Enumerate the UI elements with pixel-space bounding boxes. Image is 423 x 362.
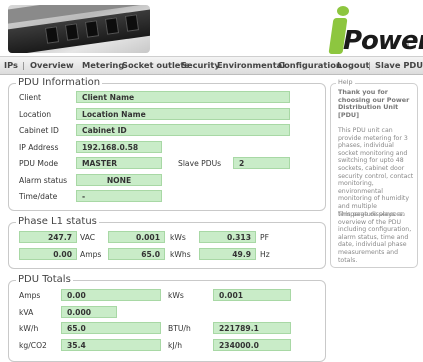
ip-address-value: 192.168.0.58 xyxy=(76,141,162,153)
help-legend: Help xyxy=(336,78,355,87)
totals-kva-value: 0.000 xyxy=(61,306,117,318)
location-value: Location Name xyxy=(76,108,290,120)
ip-address-label: IP Address xyxy=(19,143,59,152)
totals-kwh-label: kW/h xyxy=(19,324,39,333)
header-banner: Power ® xyxy=(0,0,423,56)
help-title: Thank you for choosing our Power Distrib… xyxy=(338,88,410,119)
totals-kj-value: 234000.0 xyxy=(213,339,291,351)
pdu-mode-value: MASTER xyxy=(76,157,162,169)
phase-pf-unit: PF xyxy=(260,233,269,242)
totals-btu-label: BTU/h xyxy=(168,324,191,333)
phase-kws-unit: kWs xyxy=(170,233,186,242)
phase-hz-value: 49.9 xyxy=(199,248,256,260)
nav-socket-outlets[interactable]: Socket outlets xyxy=(122,57,189,74)
totals-kwh-value: 65.0 xyxy=(61,322,161,334)
nav-overview[interactable]: Overview xyxy=(30,57,74,74)
help-description: This PDU unit can provide metering for 3… xyxy=(338,127,414,218)
totals-co2-label: kg/CO2 xyxy=(19,341,47,350)
slave-pdus-value: 2 xyxy=(233,157,290,169)
totals-kj-label: kJ/h xyxy=(168,341,183,350)
help-overview-description: This page displays an overview of the PD… xyxy=(338,211,412,264)
logo-text: Power xyxy=(343,26,423,56)
phase-pf-value: 0.313 xyxy=(199,231,256,243)
nav-security[interactable]: Security xyxy=(181,57,220,74)
totals-amps-value: 0.00 xyxy=(61,289,161,301)
location-label: Location xyxy=(19,110,52,119)
phase-amps-value: 0.00 xyxy=(19,248,77,260)
client-label: Client xyxy=(19,93,41,102)
pdu-mode-label: PDU Mode xyxy=(19,159,59,168)
nav-slave-pdus[interactable]: Slave PDUs xyxy=(375,57,423,74)
phase-kwhs-unit: kWhs xyxy=(170,250,191,259)
phase-l1-legend: Phase L1 status xyxy=(16,216,99,227)
main-nav: IPs | Overview Metering Socket outlets S… xyxy=(0,56,423,75)
phase-vac-unit: VAC xyxy=(80,233,96,242)
pdu-totals-legend: PDU Totals xyxy=(16,274,73,285)
nav-separator: | xyxy=(368,60,371,70)
nav-ips[interactable]: IPs xyxy=(4,57,18,74)
phase-vac-value: 247.7 xyxy=(19,231,77,243)
nav-metering[interactable]: Metering xyxy=(82,57,124,74)
alarm-status-value: NONE xyxy=(76,174,162,186)
logo-dot xyxy=(337,6,349,16)
totals-btu-value: 221789.1 xyxy=(213,322,291,334)
pdu-information-legend: PDU Information xyxy=(16,77,103,88)
nav-environmental[interactable]: Environmental xyxy=(217,57,285,74)
totals-kws-label: kWs xyxy=(168,291,184,300)
nav-separator: | xyxy=(22,60,25,70)
totals-kws-value: 0.001 xyxy=(213,289,291,301)
ipower-logo: Power ® xyxy=(328,6,423,56)
alarm-status-label: Alarm status xyxy=(19,176,68,185)
time-date-label: Time/date xyxy=(19,192,58,201)
nav-configuration[interactable]: Configuration xyxy=(278,57,342,74)
cabinet-id-value: Cabinet ID xyxy=(76,124,290,136)
phase-amps-unit: Amps xyxy=(80,250,102,259)
totals-co2-value: 35.4 xyxy=(61,339,161,351)
pdu-product-image xyxy=(8,5,150,53)
phase-kwhs-value: 65.0 xyxy=(108,248,165,260)
nav-logout[interactable]: Logout xyxy=(337,57,370,74)
client-value: Client Name xyxy=(76,91,290,103)
slave-pdus-label: Slave PDUs xyxy=(178,159,222,168)
phase-l1-panel xyxy=(8,222,326,269)
cabinet-id-label: Cabinet ID xyxy=(19,126,59,135)
totals-amps-label: Amps xyxy=(19,291,41,300)
phase-kws-value: 0.001 xyxy=(108,231,165,243)
phase-hz-unit: Hz xyxy=(260,250,270,259)
time-date-value: - xyxy=(76,190,162,202)
logo-registered-mark: ® xyxy=(403,42,410,50)
totals-kva-label: kVA xyxy=(19,308,34,317)
